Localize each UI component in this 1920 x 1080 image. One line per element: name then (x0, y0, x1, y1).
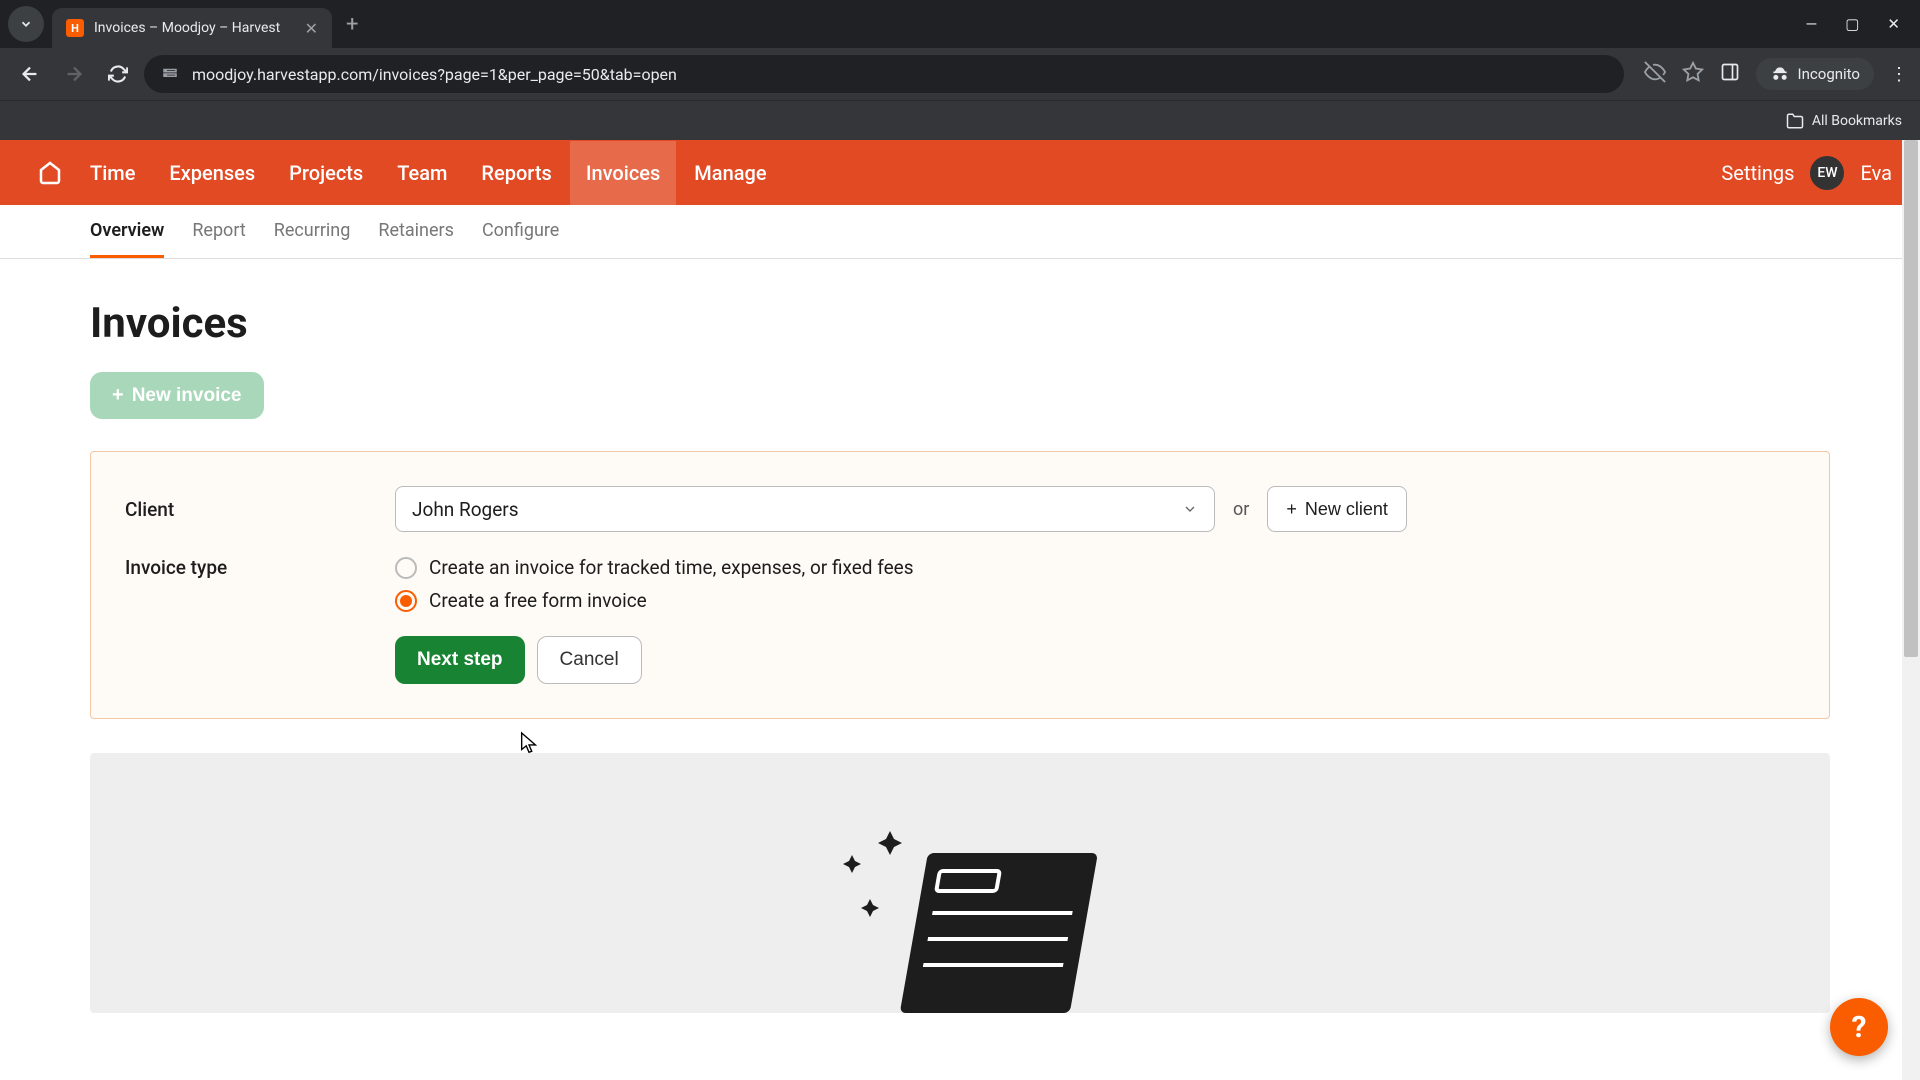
forward-button[interactable] (56, 56, 92, 92)
user-name[interactable]: Eva (1860, 161, 1892, 185)
empty-state-illustration (90, 753, 1830, 1013)
minimize-icon[interactable]: — (1806, 15, 1818, 33)
cancel-button[interactable]: Cancel (537, 636, 642, 684)
settings-link[interactable]: Settings (1721, 161, 1794, 185)
radio-free-form[interactable]: Create a free form invoice (395, 589, 914, 612)
radio-icon-selected (395, 590, 417, 612)
browser-toolbar: moodjoy.harvestapp.com/invoices?page=1&p… (0, 48, 1920, 100)
nav-manage[interactable]: Manage (678, 141, 782, 205)
subnav-retainers[interactable]: Retainers (378, 205, 454, 258)
all-bookmarks-link[interactable]: All Bookmarks (1786, 112, 1902, 130)
subnav-recurring[interactable]: Recurring (274, 205, 351, 258)
new-invoice-form: Client John Rogers or + New client Invoi… (90, 451, 1830, 719)
nav-team[interactable]: Team (381, 141, 463, 205)
next-step-button[interactable]: Next step (395, 636, 525, 684)
bookmarks-bar: All Bookmarks (0, 100, 1920, 140)
browser-titlebar: H Invoices – Moodjoy – Harvest ✕ + — ▢ ✕ (0, 0, 1920, 48)
eye-off-icon[interactable] (1644, 61, 1666, 88)
new-client-label: New client (1305, 499, 1388, 520)
nav-projects[interactable]: Projects (273, 141, 379, 205)
tab-title: Invoices – Moodjoy – Harvest (94, 20, 295, 36)
client-label: Client (125, 498, 395, 521)
reload-button[interactable] (100, 56, 136, 92)
radio-tracked-label: Create an invoice for tracked time, expe… (429, 556, 914, 579)
new-client-button[interactable]: + New client (1267, 486, 1407, 532)
star-icon[interactable] (1682, 61, 1704, 88)
maximize-icon[interactable]: ▢ (1845, 15, 1859, 33)
url-text: moodjoy.harvestapp.com/invoices?page=1&p… (192, 65, 677, 84)
radio-icon (395, 557, 417, 579)
radio-freeform-label: Create a free form invoice (429, 589, 647, 612)
menu-icon[interactable]: ⋮ (1890, 64, 1908, 85)
new-tab-button[interactable]: + (346, 12, 358, 37)
scrollbar[interactable] (1902, 140, 1920, 1080)
avatar[interactable]: EW (1810, 156, 1844, 190)
client-select[interactable]: John Rogers (395, 486, 1215, 532)
subnav: Overview Report Recurring Retainers Conf… (0, 205, 1920, 259)
page-body: Invoices + New invoice Client John Roger… (0, 259, 1920, 1073)
new-invoice-label: New invoice (132, 385, 242, 407)
client-select-value: John Rogers (412, 498, 519, 521)
close-window-icon[interactable]: ✕ (1887, 15, 1900, 33)
or-text: or (1233, 499, 1249, 520)
panel-icon[interactable] (1720, 62, 1740, 87)
close-icon[interactable]: ✕ (305, 19, 318, 38)
new-invoice-button[interactable]: + New invoice (90, 372, 264, 419)
nav-time[interactable]: Time (74, 141, 151, 205)
home-icon[interactable] (28, 151, 72, 195)
subnav-report[interactable]: Report (192, 205, 245, 258)
radio-tracked-time[interactable]: Create an invoice for tracked time, expe… (395, 556, 914, 579)
browser-tab[interactable]: H Invoices – Moodjoy – Harvest ✕ (52, 8, 332, 48)
incognito-label: Incognito (1798, 65, 1860, 83)
all-bookmarks-label: All Bookmarks (1812, 113, 1902, 129)
nav-expenses[interactable]: Expenses (153, 141, 271, 205)
invoice-type-label: Invoice type (125, 556, 395, 579)
site-info-icon[interactable] (160, 64, 180, 84)
tab-favicon: H (66, 19, 84, 37)
subnav-configure[interactable]: Configure (482, 205, 559, 258)
address-bar[interactable]: moodjoy.harvestapp.com/invoices?page=1&p… (144, 55, 1624, 93)
help-button[interactable]: ? (1830, 998, 1888, 1056)
page-title: Invoices (90, 299, 1830, 348)
scrollbar-thumb[interactable] (1904, 140, 1918, 657)
incognito-badge[interactable]: Incognito (1756, 58, 1874, 90)
subnav-overview[interactable]: Overview (90, 205, 164, 258)
plus-icon: + (1286, 499, 1297, 520)
tab-search-button[interactable] (8, 6, 44, 42)
app-content: Time Expenses Projects Team Reports Invo… (0, 140, 1920, 1080)
back-button[interactable] (12, 56, 48, 92)
plus-icon: + (112, 384, 124, 407)
nav-reports[interactable]: Reports (465, 141, 567, 205)
chevron-down-icon (1182, 501, 1198, 517)
invoice-illustration-icon (820, 813, 1100, 1013)
app-header: Time Expenses Projects Team Reports Invo… (0, 140, 1920, 205)
nav-invoices[interactable]: Invoices (570, 141, 676, 205)
